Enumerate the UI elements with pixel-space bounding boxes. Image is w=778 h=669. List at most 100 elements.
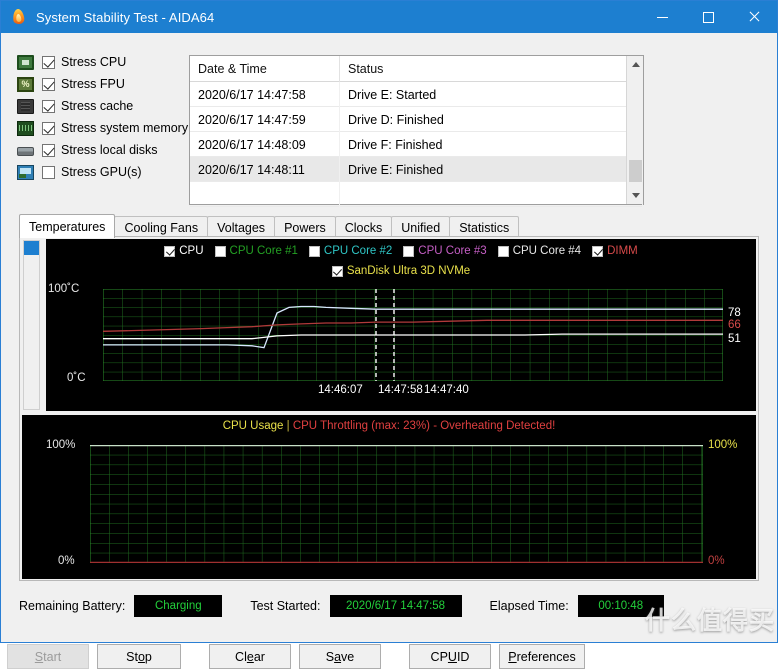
stress-fpu-checkbox[interactable] <box>42 77 55 91</box>
usage-axis-max-right: 100% <box>708 439 738 451</box>
table-row[interactable]: 2020/6/17 14:47:59 Drive D: Finished <box>190 107 643 132</box>
cell-status: Drive F: Finished <box>340 132 643 157</box>
scroll-up-icon[interactable] <box>627 56 644 73</box>
title-bar: System Stability Test - AIDA64 <box>1 1 777 33</box>
tab-clocks[interactable]: Clocks <box>334 216 393 238</box>
table-row-empty <box>190 182 643 207</box>
stress-fpu-label: Stress FPU <box>61 77 125 91</box>
legend-item-cpu[interactable]: CPU <box>164 245 204 257</box>
flame-icon <box>10 8 28 26</box>
legend-core2-label: CPU Core #2 <box>323 245 393 257</box>
table-row[interactable]: 2020/6/17 14:47:58 Drive E: Started <box>190 82 643 107</box>
tab-voltages[interactable]: Voltages <box>207 216 276 238</box>
cache-icon <box>17 98 34 114</box>
graph-scrollbar-thumb[interactable] <box>24 241 39 255</box>
legend-item-nvme[interactable]: SanDisk Ultra 3D NVMe <box>331 265 471 277</box>
scroll-down-icon[interactable] <box>627 187 644 204</box>
throttling-warning: CPU Throttling (max: 23%) - Overheating … <box>292 420 556 432</box>
legend-item-core1[interactable]: CPU Core #1 <box>214 245 298 257</box>
cpuid-button[interactable]: CP U ID <box>409 644 491 669</box>
save-button[interactable]: Sa ve <box>299 644 381 669</box>
legend-item-core4[interactable]: CPU Core #4 <box>497 245 582 257</box>
window-title: System Stability Test - AIDA64 <box>36 9 215 25</box>
button-bar: Start St o p Cl e ar Sa ve CP U ID Preferences <box>7 644 585 669</box>
table-row[interactable]: 2020/6/17 14:48:09 Drive F: Finished <box>190 132 643 157</box>
event-log-table: Date & Time Status 2020/6/17 14:47:58 Dr… <box>189 55 644 207</box>
legend-core4-checkbox[interactable] <box>497 245 509 257</box>
table-body: 2020/6/17 14:47:58 Drive E: Started 2020… <box>190 82 643 207</box>
sensor-legend-row-2: SanDisk Ultra 3D NVMe <box>46 265 756 277</box>
tab-temperatures[interactable]: Temperatures <box>19 214 116 238</box>
cell-status: Drive D: Finished <box>340 107 643 132</box>
time-tick-2: 14:47:58 <box>378 384 423 396</box>
legend-core2-checkbox[interactable] <box>308 245 320 257</box>
legend-nvme-label: SanDisk Ultra 3D NVMe <box>346 265 471 277</box>
maximize-button[interactable] <box>685 1 731 33</box>
legend-core1-label: CPU Core #1 <box>229 245 298 257</box>
tab-powers[interactable]: Powers <box>274 216 336 238</box>
disk-icon <box>17 147 34 156</box>
legend-core1-checkbox[interactable] <box>214 245 226 257</box>
graph-panel: CPU CPU Core #1 CPU Core #2 CPU Core #3 <box>19 236 759 581</box>
stress-memory-label: Stress system memory <box>61 121 189 135</box>
status-bar: Remaining Battery: Charging Test Started… <box>19 595 664 617</box>
stress-gpu-checkbox[interactable] <box>42 165 55 179</box>
tab-statistics[interactable]: Statistics <box>449 216 520 238</box>
start-button[interactable]: Start <box>7 644 89 669</box>
stress-disks-checkbox[interactable] <box>42 143 55 157</box>
cell-datetime: 2020/6/17 14:48:09 <box>190 132 340 157</box>
tab-unified[interactable]: Unified <box>391 216 451 238</box>
temp-value-cpu: 78 <box>728 307 741 319</box>
temp-value-nvme: 51 <box>728 333 741 345</box>
legend-core3-label: CPU Core #3 <box>418 245 487 257</box>
sensor-legend-row-1: CPU CPU Core #1 CPU Core #2 CPU Core #3 <box>46 245 756 257</box>
stress-cpu-label: Stress CPU <box>61 55 127 69</box>
legend-cpu-checkbox[interactable] <box>164 245 176 257</box>
stress-options-list: Stress CPU Stress FPU Stress cache Stres… <box>17 52 189 184</box>
usage-chart-title: CPU Usage | CPU Throttling (max: 23%) - … <box>22 420 756 432</box>
test-started-label: Test Started: <box>250 599 321 613</box>
stress-option-cpu[interactable]: Stress CPU <box>17 52 189 72</box>
legend-core4-label: CPU Core #4 <box>512 245 582 257</box>
battery-value: Charging <box>134 595 223 617</box>
temp-value-dimm: 66 <box>728 319 741 331</box>
clear-button[interactable]: Cl e ar <box>209 644 291 669</box>
legend-core3-checkbox[interactable] <box>403 245 415 257</box>
stress-option-fpu[interactable]: Stress FPU <box>17 74 189 94</box>
stress-cache-checkbox[interactable] <box>42 99 55 113</box>
temp-axis-max-label: 100˚C <box>48 283 80 295</box>
preferences-button[interactable]: Preferences <box>499 644 585 669</box>
close-button[interactable] <box>731 1 777 33</box>
legend-item-core2[interactable]: CPU Core #2 <box>308 245 393 257</box>
stress-option-disks[interactable]: Stress local disks <box>17 140 189 160</box>
legend-dimm-checkbox[interactable] <box>592 245 604 257</box>
window-controls <box>639 1 777 33</box>
cell-status: Drive E: Started <box>340 82 643 107</box>
gpu-icon <box>17 164 34 180</box>
table-row[interactable]: 2020/6/17 14:48:11 Drive E: Finished <box>190 157 643 182</box>
tab-bar: Temperatures Cooling Fans Voltages Power… <box>19 214 520 238</box>
stop-button[interactable]: St o p <box>97 644 181 669</box>
stress-option-cache[interactable]: Stress cache <box>17 96 189 116</box>
legend-nvme-checkbox[interactable] <box>331 265 343 277</box>
time-tick-1: 14:46:07 <box>318 384 363 396</box>
watermark: 什么值得买 <box>644 607 775 635</box>
legend-item-core3[interactable]: CPU Core #3 <box>403 245 487 257</box>
stress-cache-label: Stress cache <box>61 99 134 113</box>
graph-vertical-scrollbar[interactable] <box>23 240 40 410</box>
minimize-button[interactable] <box>639 1 685 33</box>
stress-option-memory[interactable]: Stress system memory <box>17 118 189 138</box>
tab-cooling-fans[interactable]: Cooling Fans <box>114 216 209 238</box>
temp-axis-min-label: 0˚C <box>67 372 86 384</box>
stress-cpu-checkbox[interactable] <box>42 55 55 69</box>
cpu-usage-chart: CPU Usage | CPU Throttling (max: 23%) - … <box>22 415 756 579</box>
scrollbar-thumb[interactable] <box>629 160 642 182</box>
legend-cpu-label: CPU <box>179 245 204 257</box>
stress-memory-checkbox[interactable] <box>42 121 55 135</box>
legend-item-dimm[interactable]: DIMM <box>592 245 638 257</box>
client-area: Stress CPU Stress FPU Stress cache Stres… <box>1 33 777 669</box>
log-scrollbar[interactable] <box>626 56 643 204</box>
stress-option-gpu[interactable]: Stress GPU(s) <box>17 162 189 182</box>
temperature-plot <box>103 289 723 381</box>
fpu-icon <box>17 76 34 92</box>
